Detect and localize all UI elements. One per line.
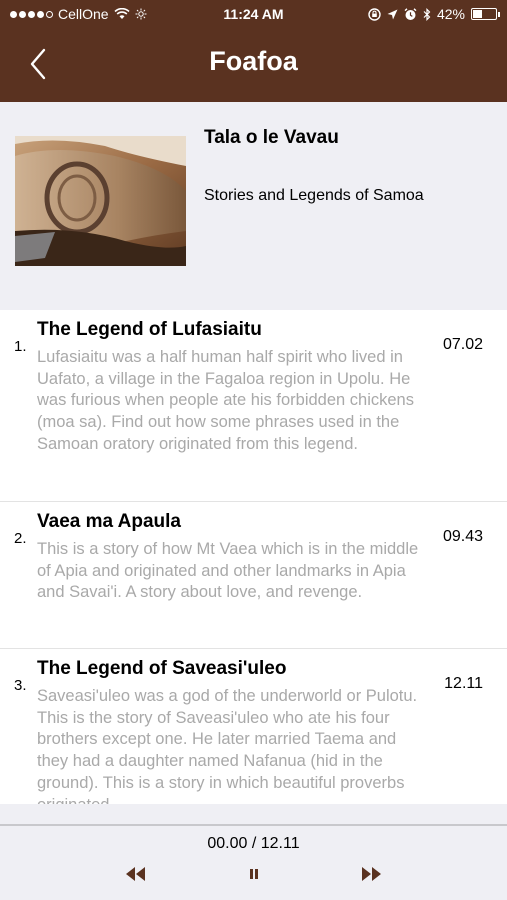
track-description: This is a story of how Mt Vaea which is …: [37, 540, 419, 602]
page-title: Foafoa: [209, 46, 298, 76]
track-list[interactable]: 1. The Legend of Lufasiaitu Lufasiaitu w…: [0, 310, 507, 804]
track-row[interactable]: 3. The Legend of Saveasi'uleo Saveasi'ul…: [0, 649, 507, 804]
track-duration: 09.43: [442, 528, 483, 545]
track-number: 1.: [14, 338, 27, 355]
alarm-icon: [404, 7, 417, 20]
album-cover-image: [15, 136, 186, 266]
track-duration: 12.11: [444, 675, 483, 692]
rewind-icon: [126, 867, 145, 881]
audio-player: 00.00 / 12.11: [0, 804, 507, 900]
player-divider: [0, 824, 507, 826]
battery-percent: 42%: [436, 6, 465, 22]
track-description: Lufasiaitu was a half human half spirit …: [37, 348, 414, 453]
fast-forward-button[interactable]: [357, 864, 387, 884]
track-title: The Legend of Saveasi'uleo: [37, 658, 287, 679]
rewind-button[interactable]: [120, 864, 150, 884]
status-bar: CellOne 11:24 AM 42%: [0, 0, 507, 28]
track-row[interactable]: 1. The Legend of Lufasiaitu Lufasiaitu w…: [0, 310, 507, 502]
status-right: 42%: [368, 6, 500, 22]
track-number: 2.: [14, 530, 27, 547]
rotation-lock-icon: [368, 7, 381, 21]
header: CellOne 11:24 AM 42% Foafoa: [0, 0, 507, 102]
album-title: Tala o le Vavau: [204, 127, 339, 148]
album-info: Tala o le Vavau Stories and Legends of S…: [0, 102, 507, 310]
location-arrow-icon: [387, 9, 398, 19]
bluetooth-icon: [423, 7, 431, 21]
fast-forward-icon: [362, 867, 381, 881]
battery-icon: [471, 8, 500, 20]
track-title: The Legend of Lufasiaitu: [37, 319, 262, 340]
playback-time: 00.00 / 12.11: [207, 835, 300, 852]
battery-level: [473, 10, 483, 18]
pause-button[interactable]: [240, 864, 268, 884]
album-subtitle: Stories and Legends of Samoa: [204, 187, 424, 204]
pause-icon: [250, 869, 258, 879]
track-title: Vaea ma Apaula: [37, 511, 181, 532]
track-description: Saveasi'uleo was a god of the underworld…: [37, 687, 418, 804]
track-number: 3.: [14, 677, 27, 694]
track-duration: 07.02: [442, 336, 483, 353]
track-row[interactable]: 2. Vaea ma Apaula This is a story of how…: [0, 502, 507, 649]
